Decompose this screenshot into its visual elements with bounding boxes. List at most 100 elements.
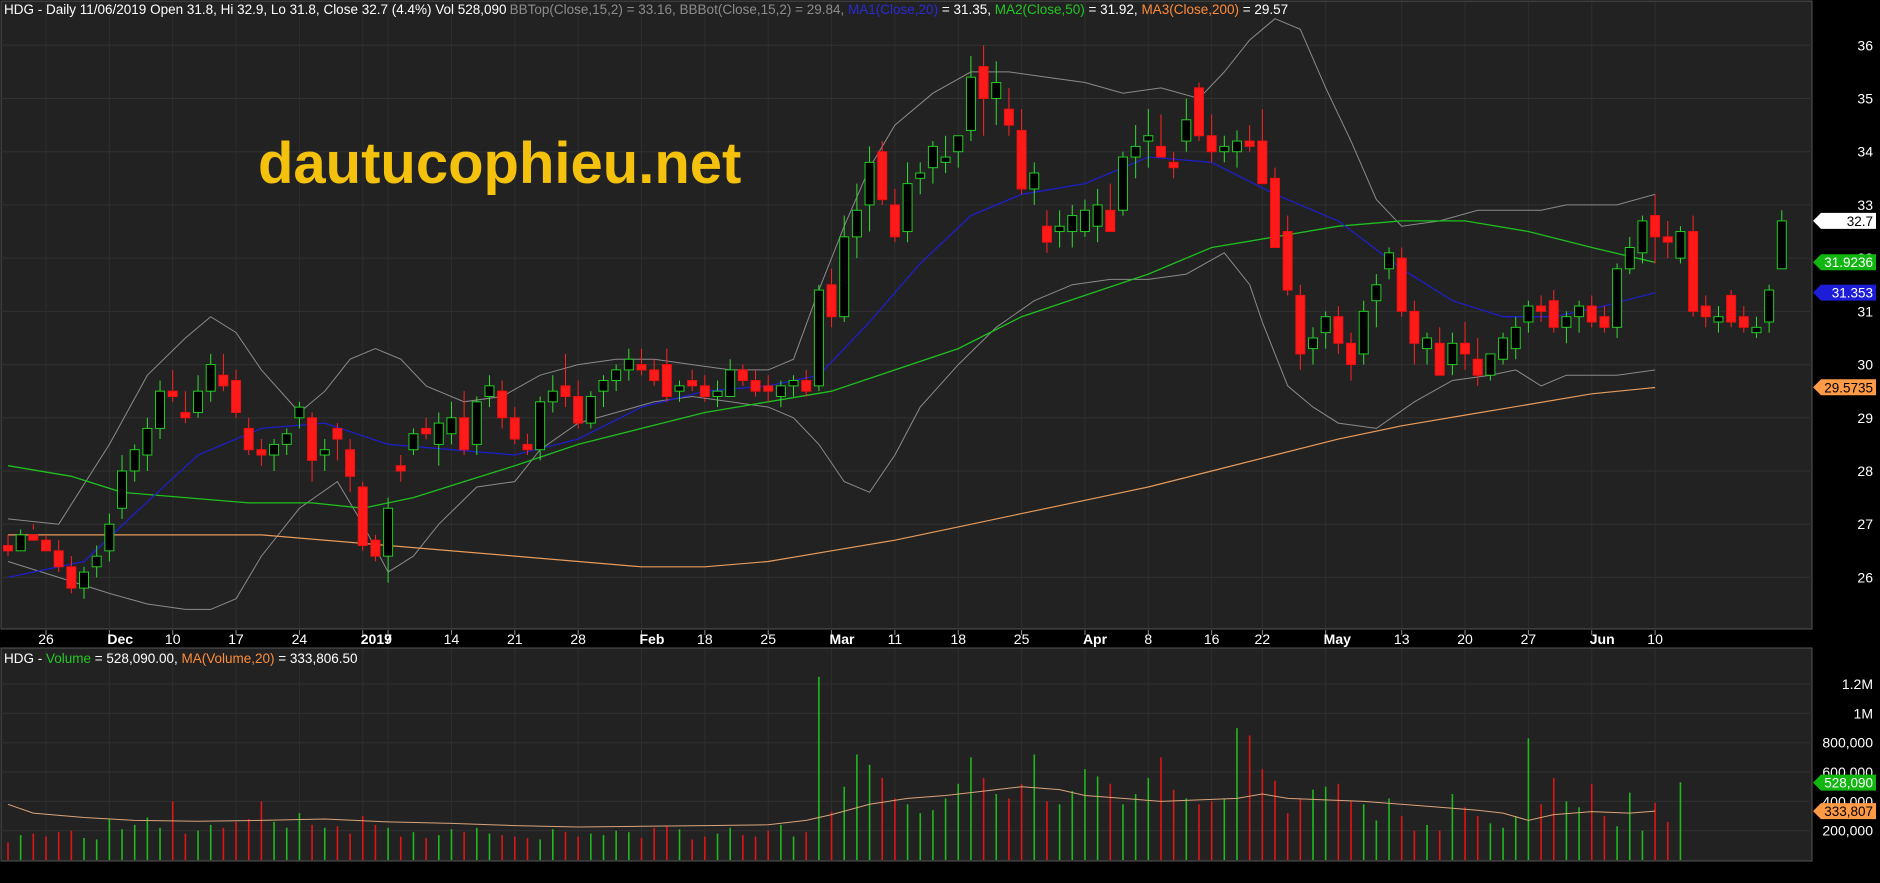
date-tick-label: 7 [384, 631, 392, 647]
candle-body [91, 555, 102, 568]
candle-body [889, 204, 900, 238]
candle-body [1067, 215, 1078, 233]
date-tick-label: Feb [640, 631, 665, 647]
candle-body [1561, 316, 1572, 328]
candle-body [1016, 129, 1027, 190]
candle-body [1738, 316, 1749, 328]
candle-body [877, 151, 888, 201]
volume-legend-entry: = 333,806.50 [275, 651, 358, 666]
candle-body [1700, 305, 1711, 318]
candle-body [1637, 220, 1648, 254]
candle-body [395, 465, 406, 472]
candle-body [1155, 145, 1166, 158]
candle-body [1092, 204, 1103, 227]
date-tick-label: 11 [888, 631, 903, 647]
date-tick-label: 14 [444, 631, 460, 647]
date-tick-label: Apr [1083, 631, 1108, 647]
price-pane[interactable] [0, 0, 1813, 630]
candle-body [155, 390, 166, 429]
candle-body [1231, 140, 1242, 153]
price-tag-label: 31.353 [1832, 286, 1873, 301]
candle-body [1472, 358, 1483, 376]
candle-body [1764, 289, 1775, 323]
candle-body [636, 364, 647, 371]
candle-body [1130, 145, 1141, 158]
candle-body [1193, 87, 1204, 137]
candle-body [383, 507, 394, 557]
date-tick-label: 20 [1457, 631, 1473, 647]
candle-body [1003, 108, 1014, 126]
candle-body [1599, 316, 1610, 328]
date-tick-label: 24 [292, 631, 308, 647]
price-tag-label: 31.9236 [1824, 255, 1873, 270]
candle-body [1333, 316, 1344, 344]
candle-body [243, 427, 254, 451]
volume-legend-entry: HDG - [4, 651, 46, 666]
candle [357, 481, 368, 551]
candle-body [560, 385, 571, 398]
date-tick-label: 28 [570, 631, 586, 647]
candle-body [940, 156, 951, 163]
candle-body [15, 534, 26, 552]
candle-body [661, 364, 672, 398]
candle-body [839, 236, 850, 318]
price-tick-label: 30 [1857, 357, 1873, 373]
volume-tick-label: 1M [1854, 705, 1873, 721]
candle-body [1586, 305, 1597, 323]
candle-body [1396, 257, 1407, 312]
price-tick-label: 33 [1857, 197, 1873, 213]
candle-body [180, 411, 191, 419]
price-tick-label: 28 [1857, 463, 1873, 479]
candle-body [1498, 337, 1509, 360]
volume-tick-label: 800,000 [1822, 735, 1873, 751]
candle-body [1650, 215, 1661, 238]
price-tag-label: 29.5735 [1824, 380, 1873, 395]
candle-body [471, 401, 482, 445]
candle-body [674, 385, 685, 392]
candle-body [1282, 231, 1293, 291]
price-tag: 31.353 [1813, 284, 1876, 301]
date-tick-label: 18 [697, 631, 713, 647]
stock-chart[interactable]: dautucophieu.net HDG - Daily 11/06/2019 … [0, 0, 1880, 878]
candle-body [281, 433, 292, 445]
price-tick-label: 29 [1857, 410, 1873, 426]
candle-body [737, 369, 748, 382]
candle-body [725, 369, 736, 397]
candle-body [433, 422, 444, 445]
candle [1396, 247, 1407, 317]
candle-body [1270, 177, 1280, 248]
candle-body [813, 289, 824, 387]
candle-body [1434, 342, 1445, 376]
candle [1117, 151, 1128, 216]
candle-body [1244, 140, 1255, 147]
chart-window: dautucophieu.net HDG - Daily 11/06/2019 … [0, 0, 1880, 878]
price-tag: 29.5735 [1813, 379, 1876, 396]
candle-body [1143, 135, 1154, 142]
price-tick-label: 36 [1857, 37, 1873, 53]
candle-body [167, 390, 178, 397]
candle-body [1117, 156, 1128, 211]
candle-body [1308, 337, 1319, 350]
indicator-legend: BBTop(Close,15,2) = 33.16, BBBot(Close,1… [510, 2, 1289, 17]
price-tag: 32.7 [1813, 212, 1876, 229]
date-tick-label: 10 [1647, 631, 1663, 647]
date-tick-label: 21 [507, 631, 523, 647]
legend-entry: BBTop(Close,15,2) = 33.16, [510, 2, 680, 17]
legend-entry: BBBot(Close,15,2) = 29.84, [680, 2, 848, 17]
candle-body [1295, 294, 1306, 355]
date-tick-label: 10 [165, 631, 181, 647]
volume-tag-label: 528,090 [1824, 776, 1873, 791]
date-tick-label: 22 [1255, 631, 1271, 647]
candle-body [218, 374, 229, 387]
candle-body [193, 390, 204, 413]
legend-entry: MA2(Close,50) [995, 2, 1085, 17]
volume-tag: 333,807 [1813, 803, 1876, 820]
candle [585, 391, 596, 429]
volume-legend-entry: Volume [46, 651, 91, 666]
watermark: dautucophieu.net [258, 131, 741, 196]
candle-body [573, 396, 584, 424]
candle-body [522, 443, 533, 451]
candle-body [699, 385, 710, 398]
date-tick-label: 26 [38, 631, 54, 647]
candle-body [1079, 209, 1090, 233]
